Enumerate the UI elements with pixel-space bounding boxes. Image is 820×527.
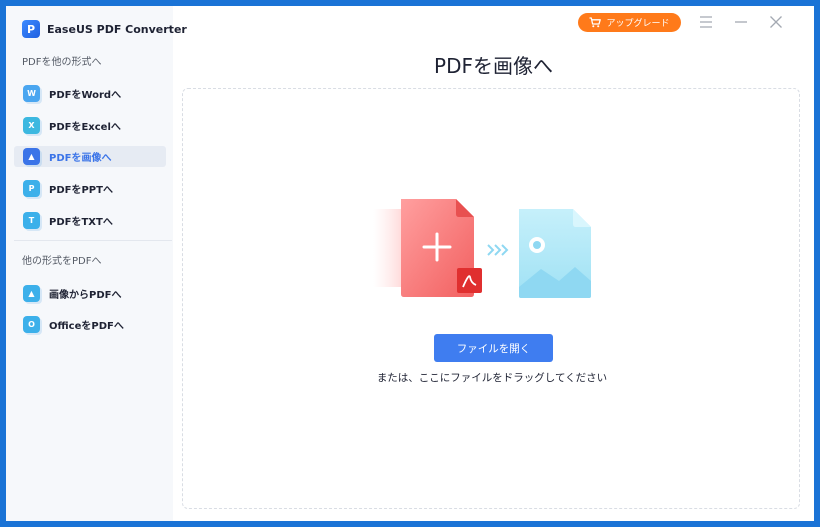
upgrade-label: アップグレード bbox=[606, 19, 670, 29]
app-name: EaseUS PDF Converter bbox=[47, 22, 187, 36]
brand: P EaseUS PDF Converter bbox=[22, 19, 187, 39]
sidebar-item-label: PDFをPPTへ bbox=[49, 185, 113, 196]
sidebar-item-pdf-to-image[interactable]: ▲ PDFを画像へ bbox=[14, 146, 166, 167]
sidebar-item-pdf-to-word[interactable]: W PDFをWordへ bbox=[14, 83, 166, 104]
sidebar-item-label: PDFをTXTへ bbox=[49, 217, 113, 228]
sidebar-item-office-to-pdf[interactable]: O OfficeをPDFへ bbox=[14, 314, 166, 335]
cart-icon bbox=[589, 17, 602, 28]
excel-icon: X bbox=[23, 117, 40, 134]
menu-button[interactable] bbox=[696, 12, 716, 32]
sidebar-divider bbox=[14, 240, 172, 241]
section-label-from-pdf: PDFを他の形式へ bbox=[22, 57, 102, 68]
pdf-to-image-illustration bbox=[373, 199, 591, 298]
office-icon: O bbox=[23, 316, 40, 333]
sidebar-item-image-to-pdf[interactable]: ▲ 画像からPDFへ bbox=[14, 283, 166, 304]
sidebar-item-pdf-to-ppt[interactable]: P PDFをPPTへ bbox=[14, 178, 166, 199]
app-window: P EaseUS PDF Converter PDFを他の形式へ W PDFをW… bbox=[6, 6, 814, 521]
sidebar-item-label: 画像からPDFへ bbox=[49, 290, 122, 301]
upgrade-button[interactable]: アップグレード bbox=[578, 13, 681, 32]
pdf-file-icon bbox=[401, 199, 482, 297]
sidebar-item-pdf-to-txt[interactable]: T PDFをTXTへ bbox=[14, 210, 166, 231]
image-file-icon bbox=[519, 209, 591, 298]
minimize-icon bbox=[735, 21, 747, 23]
chevrons-icon bbox=[487, 244, 509, 256]
sidebar: P EaseUS PDF Converter PDFを他の形式へ W PDFをW… bbox=[6, 6, 187, 521]
close-button[interactable] bbox=[766, 12, 786, 32]
sidebar-item-label: PDFをWordへ bbox=[49, 90, 122, 101]
drop-hint-text: または、ここにファイルをドラッグしてください bbox=[376, 372, 608, 384]
image-icon: ▲ bbox=[23, 148, 40, 165]
ppt-icon: P bbox=[23, 180, 40, 197]
open-file-button[interactable]: ファイルを開く bbox=[434, 334, 553, 362]
close-icon bbox=[770, 16, 782, 28]
word-icon: W bbox=[23, 85, 40, 102]
txt-icon: T bbox=[23, 212, 40, 229]
page-title: PDFを画像へ bbox=[434, 54, 553, 78]
hamburger-icon bbox=[700, 16, 712, 28]
image-to-pdf-icon: ▲ bbox=[23, 285, 40, 302]
minimize-button[interactable] bbox=[731, 12, 751, 32]
sidebar-item-pdf-to-excel[interactable]: X PDFをExcelへ bbox=[14, 115, 166, 136]
section-label-to-pdf: 他の形式をPDFへ bbox=[22, 256, 102, 267]
sidebar-item-label: PDFを画像へ bbox=[49, 153, 112, 164]
sidebar-item-label: OfficeをPDFへ bbox=[49, 321, 124, 332]
sidebar-item-label: PDFをExcelへ bbox=[49, 122, 121, 133]
file-drop-zone[interactable]: ファイルを開く または、ここにファイルをドラッグしてください bbox=[182, 88, 800, 509]
app-logo-icon: P bbox=[22, 20, 40, 38]
